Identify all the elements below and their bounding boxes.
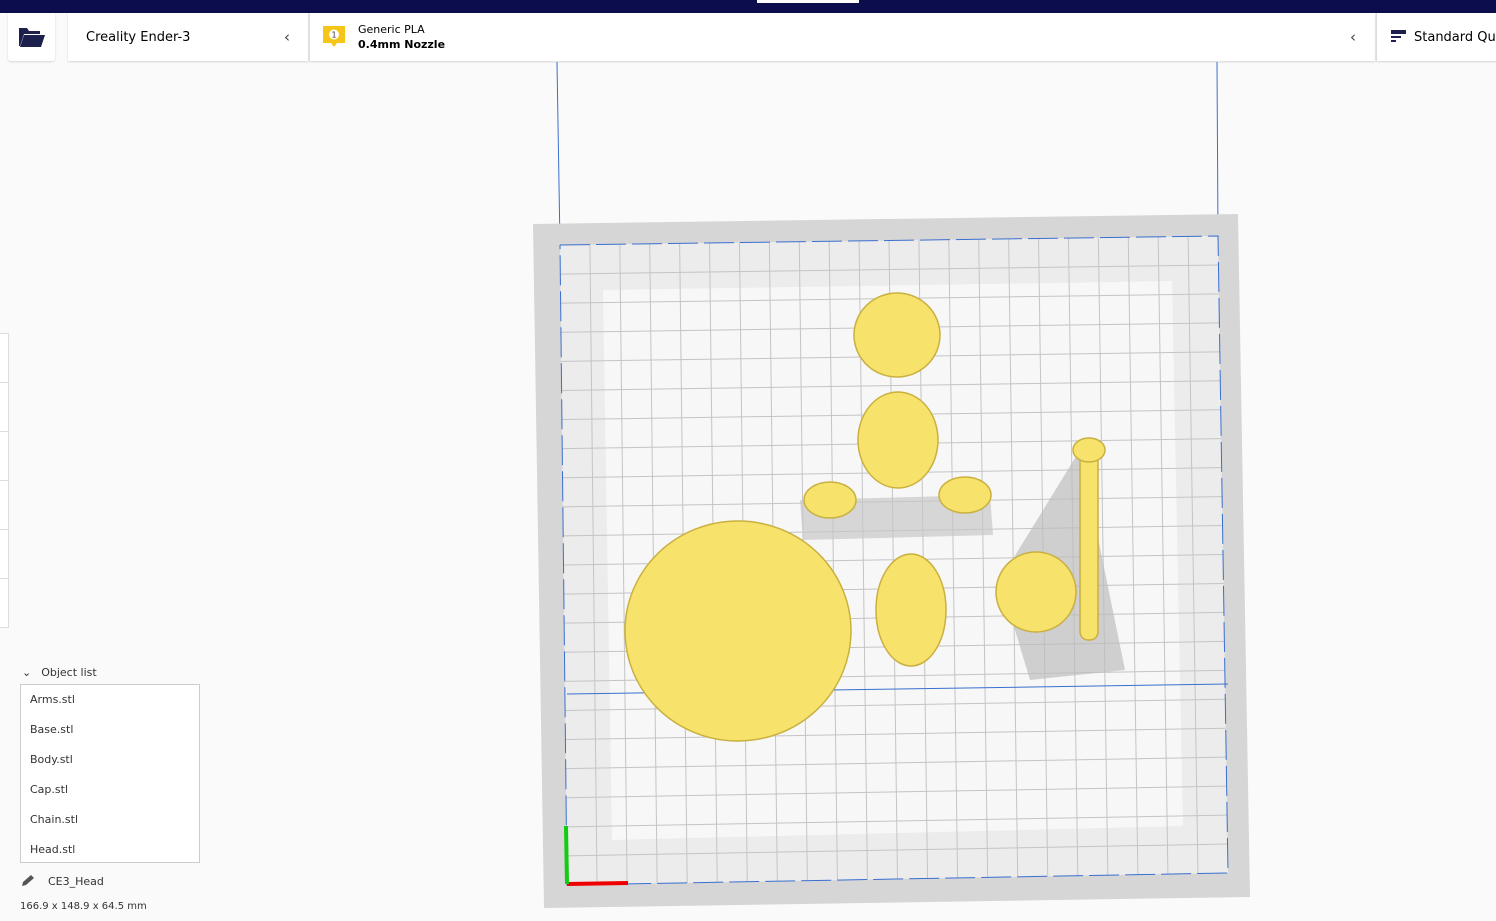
model-base[interactable]: [624, 520, 852, 742]
list-item[interactable]: Base.stl: [21, 715, 199, 745]
object-list-title: Object list: [41, 666, 97, 679]
left-toolbar: [0, 333, 9, 628]
model-chain[interactable]: [1079, 449, 1099, 641]
pencil-icon[interactable]: [20, 874, 36, 888]
tool-move-button[interactable]: [0, 334, 8, 383]
list-item[interactable]: Body.stl: [21, 745, 199, 775]
tool-per-model-settings-button[interactable]: [0, 530, 8, 579]
list-item[interactable]: Cap.stl: [21, 775, 199, 805]
tool-support-blocker-button[interactable]: [0, 579, 8, 628]
chevron-down-icon: ⌄: [22, 666, 32, 679]
tool-rotate-button[interactable]: [0, 432, 8, 481]
selection-name-text: CE3_Head: [48, 874, 104, 888]
tool-mirror-button[interactable]: [0, 481, 8, 530]
model-body[interactable]: [875, 553, 947, 667]
tool-scale-button[interactable]: [0, 383, 8, 432]
model-head[interactable]: [857, 391, 939, 489]
x-axis: [566, 881, 629, 886]
list-item[interactable]: Chain.stl: [21, 805, 199, 835]
model-arm-left[interactable]: [803, 481, 857, 519]
y-axis: [564, 825, 569, 885]
selection-name[interactable]: CE3_Head: [20, 874, 104, 888]
object-list-toggle[interactable]: ⌄ Object list: [22, 666, 97, 679]
model-chain-end[interactable]: [1072, 437, 1106, 463]
list-item[interactable]: Head.stl: [21, 835, 199, 865]
model-arm-right[interactable]: [938, 476, 992, 514]
object-list: Arms.stl Base.stl Body.stl Cap.stl Chain…: [20, 684, 200, 863]
build-plate-viewport[interactable]: [0, 0, 1496, 921]
list-item[interactable]: Arms.stl: [21, 685, 199, 715]
model-cap[interactable]: [853, 292, 941, 378]
build-volume-edge: [1216, 61, 1219, 237]
model-ball[interactable]: [995, 551, 1077, 633]
selection-dimensions: 166.9 x 148.9 x 64.5 mm: [20, 901, 147, 912]
build-volume-edge: [556, 61, 561, 246]
